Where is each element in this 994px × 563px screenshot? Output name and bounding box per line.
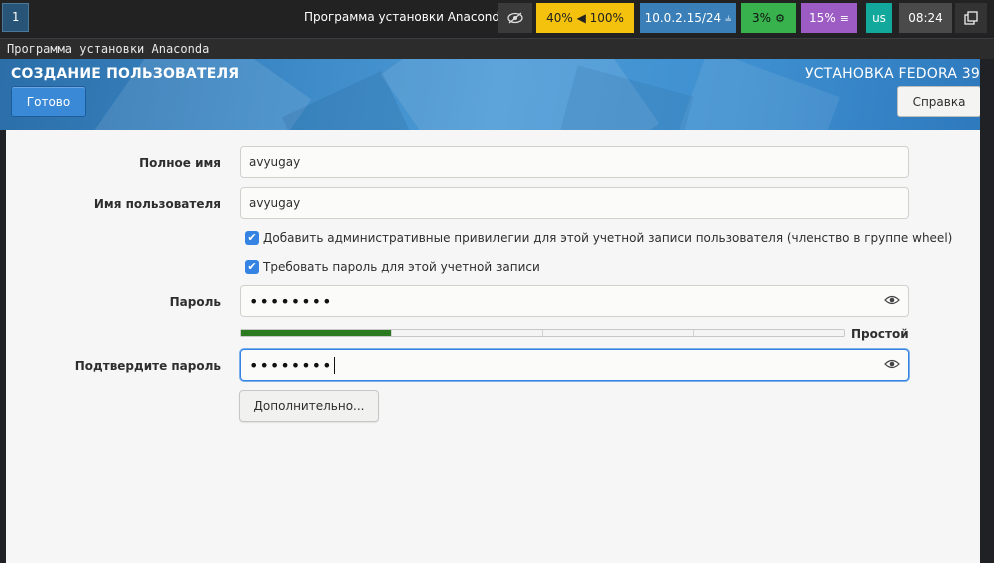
fullname-field[interactable]: avyugay (240, 146, 909, 178)
window-border (980, 59, 994, 563)
spoke-title: СОЗДАНИЕ ПОЛЬЗОВАТЕЛЯ (11, 66, 240, 82)
user-creation-form: Полное имя avyugay Имя пользователя avyu… (6, 130, 980, 563)
product-title: УСТАНОВКА FEDORA 39 (804, 66, 980, 82)
advanced-button[interactable]: Дополнительно... (239, 390, 379, 422)
fullname-value: avyugay (249, 155, 301, 169)
show-password-eye-icon[interactable] (884, 294, 900, 310)
clock: 08:24 (899, 3, 952, 33)
require-password-row[interactable]: ✔ Требовать пароль для этой учетной запи… (245, 260, 540, 274)
cpu-indicator[interactable]: 3% ⚙ (741, 3, 796, 33)
confirm-password-value: •••••••• (249, 355, 333, 375)
memory-text: 15% (809, 11, 836, 25)
done-button[interactable]: Готово (11, 86, 86, 117)
strength-segment (241, 330, 392, 336)
password-label: Пароль (169, 295, 221, 309)
require-password-checkbox[interactable]: ✔ (245, 260, 259, 274)
strength-segment (694, 330, 844, 336)
username-value: avyugay (249, 196, 301, 210)
password-value: •••••••• (249, 291, 333, 311)
network-text: 10.0.2.15/24 (644, 11, 722, 25)
window-titlebar: Программа установки Anaconda (0, 38, 994, 59)
volume-text: 40% ◀ 100% (546, 11, 624, 25)
strength-segment (392, 330, 543, 336)
help-button[interactable]: Справка (897, 86, 981, 117)
text-caret (333, 356, 335, 374)
keyboard-layout-indicator[interactable]: us (866, 3, 892, 33)
menu-icon: ≡ (839, 11, 849, 25)
focused-window-title: Программа установки Anaconda (304, 10, 508, 24)
confirm-password-label: Подтвердите пароль (74, 359, 221, 373)
status-bar: 1 Программа установки Anaconda 40% ◀ 100… (0, 0, 994, 36)
window-layout-icon[interactable] (955, 3, 987, 33)
network-indicator[interactable]: 10.0.2.15/24 ⫨ (640, 3, 736, 33)
password-strength-label: Простой (851, 327, 909, 341)
require-password-label: Требовать пароль для этой учетной записи (263, 260, 540, 274)
show-confirm-eye-icon[interactable] (884, 358, 900, 374)
chip-icon: ⚙ (775, 11, 785, 25)
admin-checkbox-row[interactable]: ✔ Добавить административные привилегии д… (245, 231, 952, 245)
spoke-header: СОЗДАНИЕ ПОЛЬЗОВАТЕЛЯ УСТАНОВКА FEDORA 3… (0, 59, 994, 130)
strength-segment (543, 330, 694, 336)
workspace-button[interactable]: 1 (2, 3, 29, 32)
username-field[interactable]: avyugay (240, 187, 909, 219)
cpu-text: 3% (752, 11, 772, 25)
admin-checkbox-label: Добавить административные привилегии для… (263, 231, 953, 245)
volume-indicator[interactable]: 40% ◀ 100% (536, 3, 634, 33)
fullname-label: Полное имя (139, 156, 221, 170)
username-label: Имя пользователя (93, 197, 221, 211)
privacy-eye-icon (498, 3, 532, 33)
admin-checkbox[interactable]: ✔ (245, 231, 259, 245)
wired-icon: ⫨ (725, 11, 732, 24)
window-title: Программа установки Anaconda (7, 42, 210, 56)
password-field[interactable]: •••••••• (240, 285, 909, 317)
password-strength-bar (240, 329, 845, 337)
confirm-password-field[interactable]: •••••••• (240, 349, 909, 381)
memory-indicator[interactable]: 15% ≡ (801, 3, 857, 33)
